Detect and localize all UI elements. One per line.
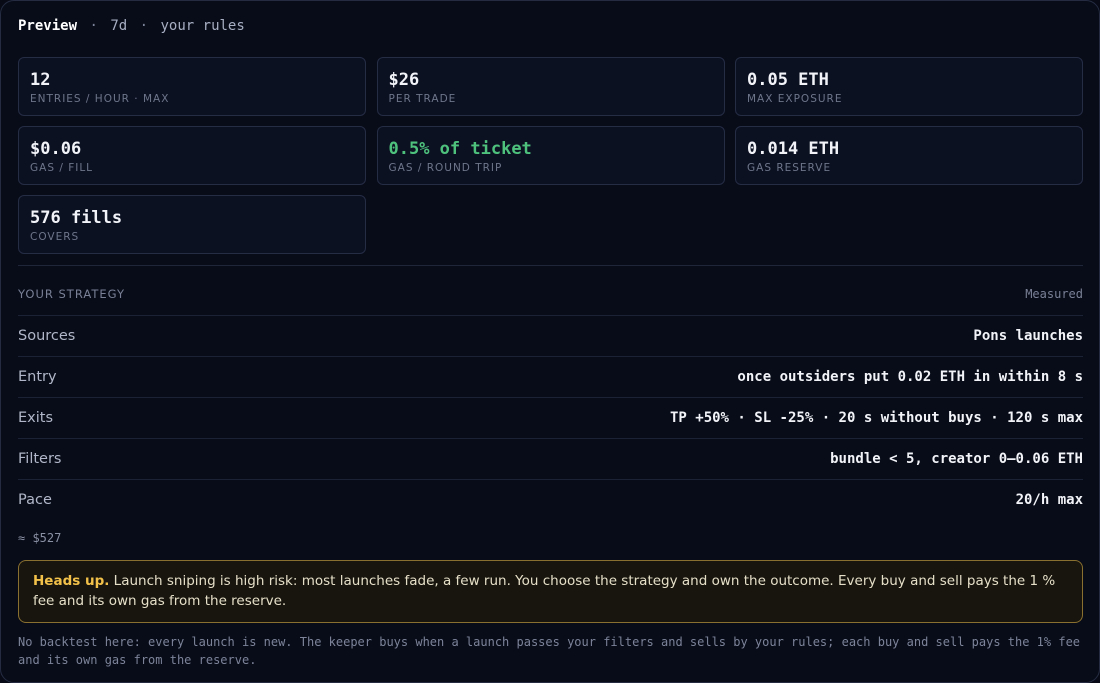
stat-value: $0.06 [30, 139, 82, 159]
stat-label: MAX EXPOSURE [747, 93, 843, 105]
stat-label: GAS / ROUND TRIP [388, 162, 503, 174]
stat-entries-per-hour: 12 ENTRIES / HOUR · MAX [18, 57, 366, 116]
stat-label: COVERS [30, 231, 80, 243]
stats-grid: 12 ENTRIES / HOUR · MAX $26 PER TRADE 0.… [18, 57, 1083, 254]
section-divider [18, 265, 1083, 266]
strategy-row-exits: Exits TP +50% · SL -25% · 20 s without b… [18, 397, 1083, 438]
row-value: once outsiders put 0.02 ETH in within 8 … [737, 369, 1083, 385]
strategy-status: Measured [1025, 287, 1083, 301]
footnote: No backtest here: every launch is new. T… [18, 635, 1081, 667]
strategy-row-entry: Entry once outsiders put 0.02 ETH in wit… [18, 356, 1083, 397]
stat-value: 0.05 ETH [747, 70, 829, 90]
preview-panel: Preview · 7d · your rules 12 ENTRIES / H… [0, 0, 1100, 683]
stat-label: PER TRADE [388, 93, 457, 105]
stat-per-trade: $26 PER TRADE [376, 57, 725, 116]
stat-max-exposure: 0.05 ETH MAX EXPOSURE [735, 57, 1083, 116]
strategy-heading: YOUR STRATEGY [18, 287, 125, 301]
approx-total: ≈ $527 [18, 531, 62, 545]
warning-title: Heads up. [33, 573, 110, 589]
row-value: Pons launches [973, 328, 1083, 344]
header-period: 7d [110, 18, 128, 34]
header-scope: your rules [160, 18, 245, 34]
risk-warning: Heads up. Launch sniping is high risk: m… [18, 560, 1083, 623]
stat-label: ENTRIES / HOUR · MAX [30, 93, 170, 105]
strategy-row-sources: Sources Pons launches [18, 315, 1083, 356]
row-key: Sources [18, 328, 76, 344]
panel-header: Preview · 7d · your rules [18, 16, 245, 36]
header-separator: · [139, 18, 149, 34]
stat-value: 576 fills [30, 208, 123, 228]
stat-gas-round-trip: 0.5% of ticket GAS / ROUND TRIP [376, 126, 725, 185]
strategy-row-filters: Filters bundle < 5, creator 0–0.06 ETH [18, 438, 1083, 479]
stat-value: 0.014 ETH [747, 139, 840, 159]
panel-title: Preview [18, 18, 78, 34]
stat-value: 12 [30, 70, 51, 90]
stat-label: GAS / FILL [30, 162, 94, 174]
row-value: bundle < 5, creator 0–0.06 ETH [830, 451, 1083, 467]
header-separator: · [89, 18, 98, 34]
row-key: Pace [18, 492, 52, 508]
row-value: TP +50% · SL -25% · 20 s without buys · … [669, 410, 1083, 426]
stat-value: 0.5% of ticket [388, 139, 532, 159]
stat-gas-reserve: 0.014 ETH GAS RESERVE [735, 126, 1083, 185]
row-key: Entry [18, 369, 57, 385]
strategy-header: YOUR STRATEGY Measured [18, 286, 1083, 302]
strategy-row-pace: Pace 20/h max [18, 479, 1083, 520]
row-key: Filters [18, 451, 62, 467]
warning-text: Launch sniping is high risk: most launch… [33, 573, 1056, 609]
row-value: 20/h max [1015, 492, 1083, 508]
stat-value: $26 [388, 70, 420, 90]
stat-covers: 576 fills COVERS [18, 195, 366, 254]
stat-label: GAS RESERVE [747, 162, 832, 174]
row-key: Exits [18, 410, 54, 426]
stat-gas-per-fill: $0.06 GAS / FILL [18, 126, 366, 185]
